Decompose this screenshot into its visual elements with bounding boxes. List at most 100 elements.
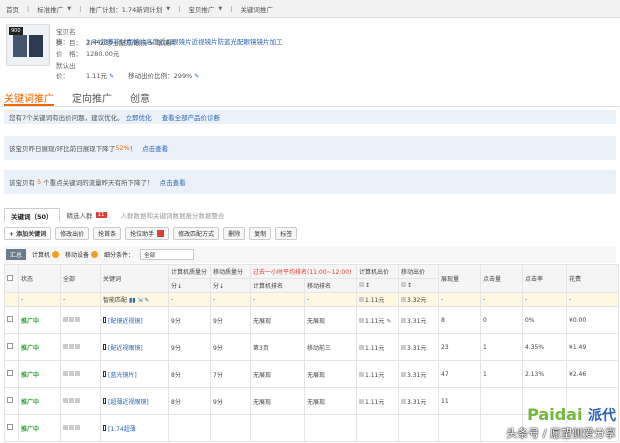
row-mobile-bid[interactable]: 3.31元	[398, 387, 440, 415]
smart-match-row: - - 智能匹配 ▮▮ ⇲ ✎ - - - - 1.11元 3.32元 - - …	[4, 292, 620, 307]
tag-button[interactable]: 标签	[275, 226, 298, 240]
product-price: 1280.00元	[86, 50, 120, 58]
filter-summary[interactable]: 汇总	[6, 249, 27, 260]
filter-pc[interactable]: 计算机	[32, 250, 60, 259]
chart-icon[interactable]: ▮▮ ⇲ ✎	[129, 297, 149, 304]
tab-targeted-promotion[interactable]: 定向推广	[72, 90, 112, 106]
row-status: 推广中	[18, 306, 61, 334]
product-category: ZPPO/珍士配万/眼镜 > 眼镜片	[86, 39, 176, 47]
row-status: 推广中	[18, 414, 61, 442]
col-mobile-quality[interactable]: 移动质量分	[210, 264, 251, 279]
tab-keywords[interactable]: 关键词（50）	[4, 208, 60, 222]
top-slot-button[interactable]: 抢首条	[93, 226, 122, 240]
mobile-icon	[103, 397, 106, 404]
cell-dash: -	[18, 292, 61, 307]
row-toggles[interactable]	[60, 360, 101, 388]
notice-diagnosis-link[interactable]: 查看全部产品价诊断	[162, 112, 221, 122]
product-image-badge: 900	[9, 27, 23, 35]
notice-optimize-link[interactable]: 立即优化	[126, 112, 152, 122]
notice-impression-drop: 该宝贝昨日展现/环比前日展现下降了 52% ！ 点击查看	[4, 136, 616, 160]
table-row: 推广中 [蓝光镜片] 8分 7分 无展现 无展现 1.11元 3.31元 47 …	[4, 360, 620, 388]
copy-button[interactable]: 复制	[249, 226, 272, 240]
segment-label: 细分条件：	[104, 252, 135, 259]
filter-mobile[interactable]: 移动设备	[65, 250, 99, 259]
table-row: 推广中 [配近视眼镜] 9分 9分 第3页 移动前三 1.11元 3.31元 2…	[4, 333, 620, 361]
notice-view-link[interactable]: 点击查看	[142, 143, 168, 153]
row-keyword[interactable]: [超薄近视眼镜]	[100, 387, 169, 415]
tab-divider	[0, 106, 620, 107]
mobile-ratio: 299%	[173, 72, 193, 80]
select-all-cell[interactable]	[4, 264, 19, 293]
row-checkbox[interactable]	[7, 397, 13, 403]
row-toggles[interactable]	[60, 306, 101, 334]
cell-dash: -	[60, 292, 101, 307]
breadcrumb-standard[interactable]: 标准推广 ▼	[31, 0, 77, 18]
breadcrumb-home[interactable]: 首页	[0, 0, 25, 18]
segment-select[interactable]: 全部	[140, 249, 195, 260]
col-cost[interactable]: 花费	[566, 264, 620, 293]
product-bid-row: 默认出价： 1.11元 ✎ 移动出价比例：299% ✎	[56, 62, 200, 80]
col-keyword[interactable]: 关键词	[100, 264, 169, 293]
delete-button[interactable]: 删除	[223, 226, 246, 240]
sort-pc-bid[interactable]: ↕	[356, 278, 400, 293]
tab-keyword-promotion[interactable]: 关键词推广	[4, 90, 54, 106]
col-pc-quality[interactable]: 计算机质量分	[168, 264, 211, 279]
add-keyword-button[interactable]: + 添加关键词	[4, 226, 52, 240]
row-toggles[interactable]	[60, 414, 101, 442]
row-checkbox[interactable]	[7, 370, 13, 376]
row-keyword[interactable]: [配近视眼镜]	[100, 333, 169, 361]
sort-pc-quality[interactable]: 分↓	[168, 278, 211, 293]
col-status[interactable]: 状态	[18, 264, 61, 293]
chevron-down-icon: ▼	[218, 5, 223, 12]
breadcrumb-plan[interactable]: 推广计划：1.74新词计划 ▼	[83, 0, 176, 18]
smart-pc-bid[interactable]: 1.11元	[356, 292, 400, 307]
row-keyword[interactable]: [配镜近视镜]	[100, 306, 169, 334]
crowd-count-badge: 11	[95, 212, 107, 218]
col-ctr[interactable]: 点击率	[522, 264, 568, 293]
edit-pencil-icon[interactable]: ✎	[386, 318, 391, 325]
row-pc-bid[interactable]: 1.11元 ✎	[356, 306, 400, 334]
row-pc-bid[interactable]: 1.11元	[356, 333, 400, 361]
tab-crowd[interactable]: 精选人群 11	[60, 208, 114, 222]
tab-creative[interactable]: 创意	[130, 90, 150, 106]
row-pc-bid[interactable]: 1.11元	[356, 360, 400, 388]
row-checkbox[interactable]	[7, 316, 13, 322]
breadcrumb-item[interactable]: 宝贝推广 ▼	[182, 0, 228, 18]
select-all-checkbox[interactable]	[7, 274, 13, 281]
edit-bid-button[interactable]: 修改出价	[55, 226, 90, 240]
col-clicks[interactable]: 点击量	[480, 264, 524, 293]
edit-pencil-icon[interactable]: ✎	[109, 73, 114, 80]
edit-pencil-icon[interactable]: ✎	[194, 73, 199, 80]
edit-match-button[interactable]: 修改匹配方式	[173, 226, 220, 240]
col-mobile-bid[interactable]: 移动出价	[398, 264, 440, 279]
smart-mobile-bid[interactable]: 3.32元	[398, 292, 440, 307]
row-checkbox[interactable]	[7, 424, 13, 430]
row-status: 推广中	[18, 387, 61, 415]
col-all[interactable]: 全部	[60, 264, 101, 293]
rank-assistant-button[interactable]: 抢位助手	[125, 226, 170, 240]
row-mobile-bid[interactable]: 3.31元	[398, 306, 440, 334]
row-status: 推广中	[18, 360, 61, 388]
chevron-down-icon: ▼	[166, 5, 171, 12]
smart-match-keyword[interactable]: 智能匹配 ▮▮ ⇲ ✎	[100, 292, 169, 307]
row-keyword[interactable]: [1.74超薄	[100, 414, 169, 442]
col-pc-bid[interactable]: 计算机出价	[356, 264, 400, 279]
sub-tabs-hint: 人群数据和关键词数据报分数据整合	[120, 212, 225, 220]
row-pc-bid[interactable]: 1.11元	[356, 387, 400, 415]
row-checkbox[interactable]	[7, 343, 13, 349]
paidai-watermark: Paidai 派代	[527, 405, 616, 424]
col-impressions[interactable]: 展现量	[438, 264, 482, 293]
main-tabs: 关键词推广 定向推广 创意	[4, 90, 168, 106]
row-keyword[interactable]: [蓝光镜片]	[100, 360, 169, 388]
keyword-toolbar: + 添加关键词 修改出价 抢首条 抢位助手 修改匹配方式 删除 复制 标签	[4, 224, 616, 242]
toutiao-watermark: 头条号 / 愿望侧爱分享	[506, 427, 616, 440]
sort-mobile-bid[interactable]: ↕	[398, 278, 440, 293]
row-mobile-bid[interactable]: 3.31元	[398, 360, 440, 388]
row-mobile-bid[interactable]: 3.31元	[398, 333, 440, 361]
product-image[interactable]: 900	[6, 24, 50, 66]
chevron-down-icon: ▼	[67, 5, 72, 12]
notice-view-link-2[interactable]: 点击查看	[160, 177, 186, 187]
sort-mobile-quality[interactable]: 分↓	[210, 278, 251, 293]
row-toggles[interactable]	[60, 387, 101, 415]
row-toggles[interactable]	[60, 333, 101, 361]
